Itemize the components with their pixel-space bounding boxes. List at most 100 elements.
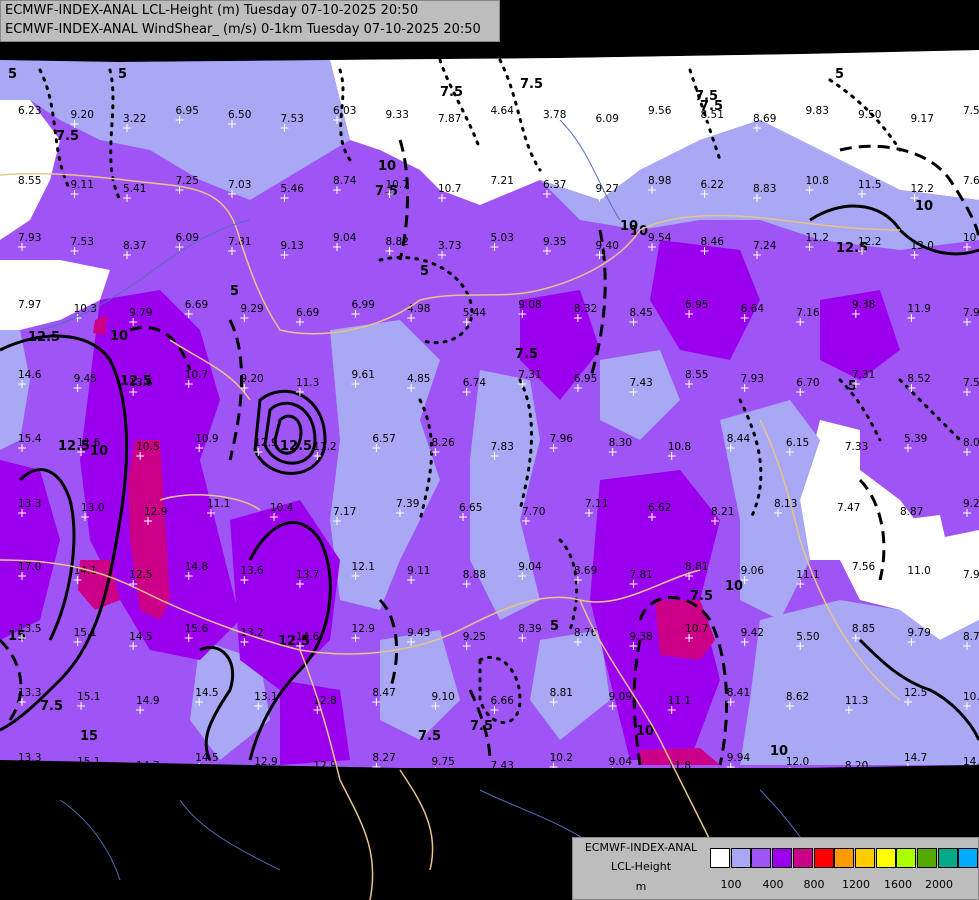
station-value: 9.33	[386, 109, 409, 121]
legend-tick-label: 800	[803, 878, 825, 891]
station-value: 8.45	[629, 307, 652, 319]
legend-swatch	[937, 848, 958, 868]
legend-title: ECMWF-INDEX-ANAL	[584, 841, 698, 854]
station-value: 6.64	[741, 303, 765, 315]
station-value: 11.3	[296, 377, 319, 389]
station-value: 9.94	[727, 752, 751, 764]
station-value: 7.93	[18, 232, 41, 244]
station-value: 8.69	[574, 565, 597, 577]
station-value: 11.1	[668, 695, 691, 707]
map-title-box: ECMWF-INDEX-ANAL LCL-Height (m) Tuesday …	[0, 0, 500, 42]
legend-swatch	[751, 848, 772, 868]
station-value: 7.90	[963, 307, 979, 319]
station-value: 7.24	[753, 240, 777, 252]
station-value: 13.6	[240, 565, 264, 577]
legend-tick-label: 100	[720, 878, 742, 891]
contour-label: 5	[118, 67, 127, 82]
station-value: 10.0	[963, 691, 979, 703]
station-value: 9.40	[596, 240, 619, 252]
station-value: 7.70	[522, 506, 545, 518]
station-value: 6.95	[176, 105, 199, 117]
legend-tick-label: 1200	[842, 878, 870, 891]
station-value: 8.39	[518, 623, 541, 635]
station-value: 10.5	[136, 441, 159, 453]
station-value: 11.1	[207, 498, 230, 510]
station-value: 11.2	[313, 441, 336, 453]
station-value: 10.9	[195, 433, 218, 445]
contour-label: 10	[110, 329, 128, 344]
station-value: 8.88	[463, 569, 486, 581]
contour-label: 10	[378, 159, 396, 174]
station-value: 11.5	[858, 179, 881, 191]
station-value: 4.64	[491, 105, 515, 117]
station-value: 8.30	[609, 437, 632, 449]
station-value: 7.17	[333, 506, 356, 518]
station-value: 9.13	[281, 240, 304, 252]
station-value: 14.6	[296, 631, 320, 643]
legend-swatch	[834, 848, 855, 868]
station-value: 14.7	[904, 752, 927, 764]
contour-label: 10	[636, 724, 654, 739]
station-value: 7.81	[629, 569, 652, 581]
station-value: 5.44	[463, 307, 487, 319]
station-value: 9.08	[518, 299, 541, 311]
station-value: 14.5	[129, 631, 152, 643]
station-value: 14.6	[18, 369, 42, 381]
station-value: 7.57	[963, 377, 979, 389]
station-value: 7.53	[281, 113, 304, 125]
legend-swatch	[813, 848, 834, 868]
station-value: 8.05	[963, 437, 979, 449]
legend-swatch	[772, 848, 793, 868]
station-value: 8.85	[852, 623, 875, 635]
station-value: 6.15	[786, 437, 809, 449]
station-value: 11.0	[907, 565, 930, 577]
station-value: 7.33	[845, 441, 868, 453]
station-value: 7.53	[71, 236, 94, 248]
station-value: 8.51	[701, 109, 724, 121]
station-value: 11.3	[845, 695, 868, 707]
station-value: 7.56	[852, 561, 876, 573]
legend-swatch	[710, 848, 730, 868]
station-value: 9.09	[609, 691, 632, 703]
station-value: 13.1	[254, 691, 277, 703]
station-value: 7.25	[176, 175, 199, 187]
station-value: 7.96	[550, 433, 574, 445]
station-value: 6.99	[352, 299, 375, 311]
station-value: 7.31	[852, 369, 875, 381]
contour-label: 10	[725, 579, 743, 594]
contour-label: 7.5	[40, 699, 63, 714]
legend-swatch	[958, 848, 979, 868]
station-value: 9.04	[518, 561, 542, 573]
station-value: 13.0	[911, 240, 934, 252]
station-value: 8.74	[333, 175, 357, 187]
station-value: 8.70	[963, 631, 979, 643]
station-value: 6.57	[372, 433, 395, 445]
station-value: 6.65	[459, 502, 482, 514]
contour-label: 10	[620, 219, 638, 234]
station-value: 5.41	[123, 183, 146, 195]
station-value: 12.2	[858, 236, 881, 248]
station-value: 12.9	[254, 437, 277, 449]
station-value: 11.1	[796, 569, 819, 581]
station-value: 8.21	[711, 506, 734, 518]
contour-label: 7.5	[515, 347, 538, 362]
station-value: 8.55	[685, 369, 708, 381]
station-value: 9.61	[352, 369, 375, 381]
station-value: 8.32	[574, 303, 597, 315]
station-value: 9.75	[431, 756, 454, 768]
station-value: 7.31	[518, 369, 541, 381]
color-legend: ECMWF-INDEX-ANAL LCL-Height m 100 400 800 1…	[572, 837, 979, 900]
station-value: 3.78	[543, 109, 566, 121]
station-value: 6.69	[185, 299, 208, 311]
station-value: 6.69	[296, 307, 319, 319]
station-value: 5.39	[904, 433, 927, 445]
station-value: 17.0	[18, 561, 41, 573]
station-value: 9.10	[431, 691, 454, 703]
station-value: 8.55	[18, 175, 41, 187]
station-value: 12.9	[144, 506, 167, 518]
station-value: 10.7	[185, 369, 208, 381]
contour-label: 12.5	[28, 330, 60, 345]
station-value: 9.35	[543, 236, 566, 248]
station-value: 9.42	[741, 627, 764, 639]
station-value: 15.6	[185, 623, 209, 635]
